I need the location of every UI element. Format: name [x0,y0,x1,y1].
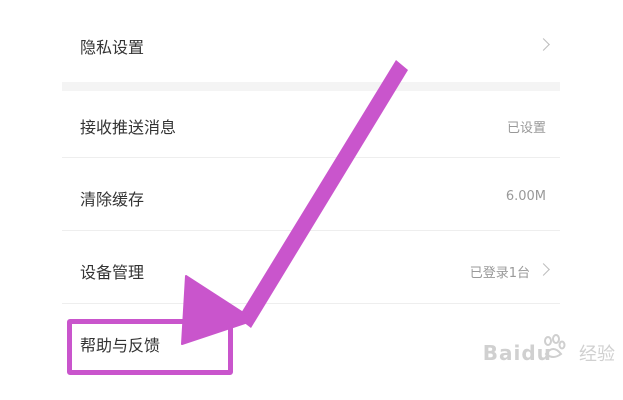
watermark-brand: Baidu [482,341,552,365]
baidu-jingyan-watermark: Baidu 经验 [482,334,615,366]
watermark-suffix: 经验 [579,344,615,365]
